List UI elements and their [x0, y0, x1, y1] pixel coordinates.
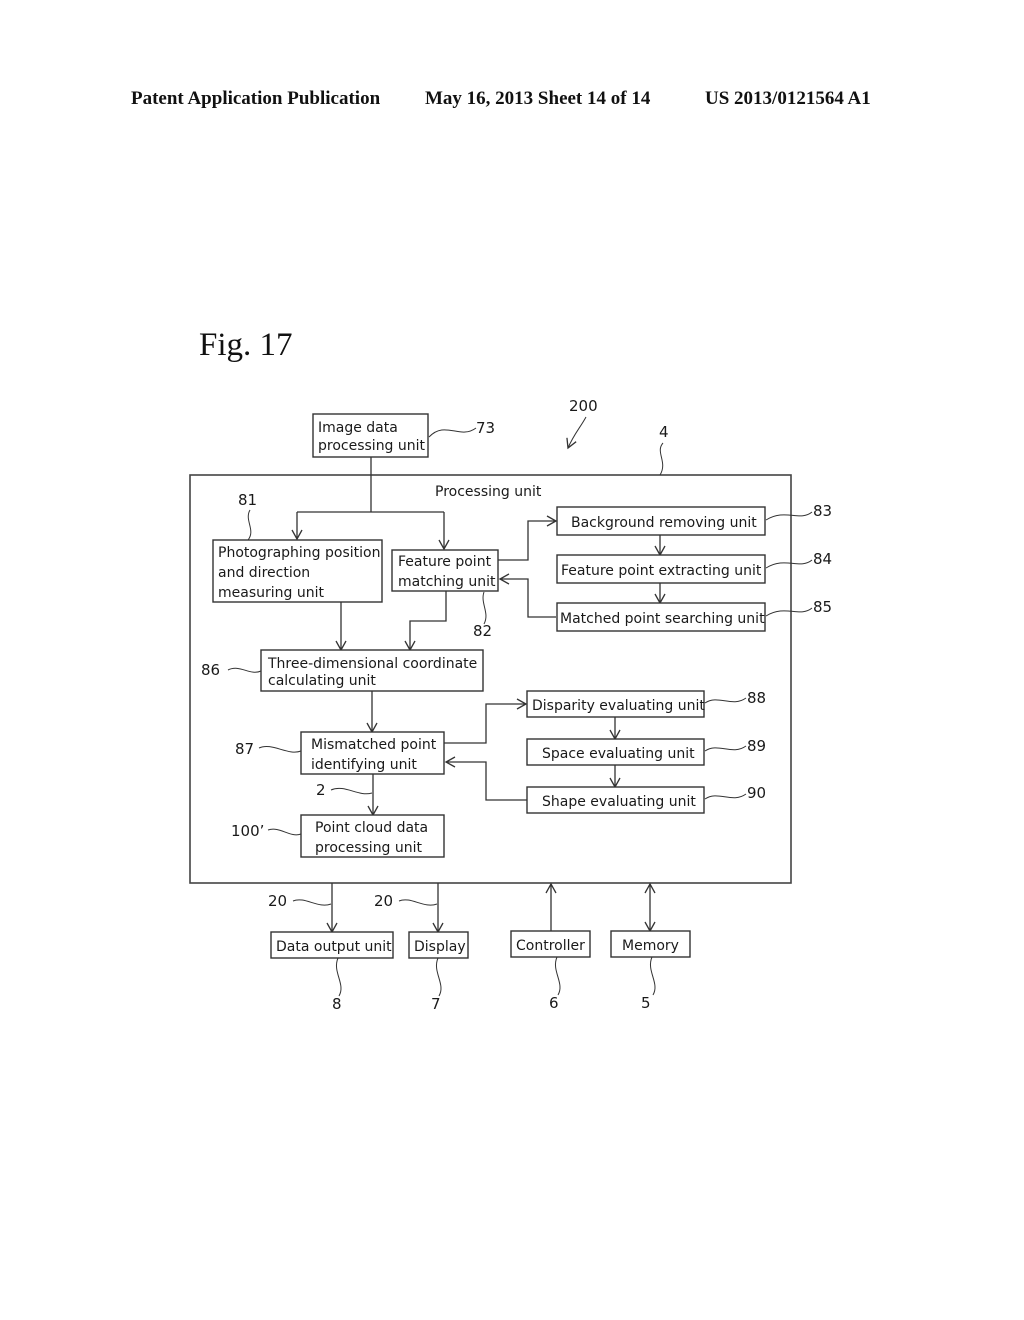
memory-ref: 5: [641, 994, 651, 1012]
bus-ref-data-output: 20: [268, 892, 287, 910]
feature-extracting-ref: 84: [813, 550, 832, 568]
space-evaluating-unit-box: Space evaluating unit: [526, 738, 705, 766]
box-label: Space evaluating unit: [542, 746, 695, 762]
image-data-ref: 73: [476, 419, 495, 437]
shape-evaluating-unit-box: Shape evaluating unit: [526, 786, 705, 814]
box-label: Matched point searching unit: [560, 611, 765, 627]
ref-leader: [247, 509, 252, 541]
display-box: Display: [408, 931, 469, 959]
ref-leader: [428, 427, 477, 438]
photographing-ref: 81: [238, 491, 257, 509]
processing-unit-ref: 4: [659, 423, 669, 441]
arrow: [444, 698, 528, 744]
ref-leader: [330, 788, 373, 795]
ref-leader: [765, 559, 813, 569]
image-data-processing-unit-box: Image data processing unit: [312, 413, 429, 458]
feature-point-matching-unit-box: Feature point matching unit: [391, 549, 499, 592]
background-ref: 83: [813, 502, 832, 520]
ref-leader: [482, 591, 487, 625]
connector-ref-2: 2: [316, 781, 326, 799]
box-label: Point cloud data: [315, 820, 428, 836]
arrow: [444, 756, 527, 801]
ref-leader: [704, 793, 747, 800]
background-removing-unit-box: Background removing unit: [556, 506, 766, 536]
box-label: processing unit: [318, 438, 426, 454]
box-label: Photographing position: [218, 545, 380, 561]
box-label: Mismatched point: [311, 737, 437, 753]
ref-leader: [704, 745, 747, 752]
mismatched-ref: 87: [235, 740, 254, 758]
system-ref: 200: [569, 397, 598, 415]
ref-leader: [765, 511, 813, 521]
box-label: matching unit: [398, 574, 496, 590]
memory-box: Memory: [610, 930, 691, 958]
display-ref: 7: [431, 995, 441, 1013]
box-label: Feature point: [398, 554, 492, 570]
matched-searching-ref: 85: [813, 598, 832, 616]
block-diagram: Processing unit 200 4 Image data process…: [189, 397, 832, 1013]
ref-leader: [398, 899, 438, 906]
box-label: calculating unit: [268, 673, 376, 689]
box-label: measuring unit: [218, 585, 324, 601]
box-label: Disparity evaluating unit: [532, 698, 705, 714]
ref-leader: [436, 957, 442, 997]
controller-ref: 6: [549, 994, 559, 1012]
ref-leader: [555, 956, 561, 996]
arrow: [404, 591, 447, 652]
space-ref: 89: [747, 737, 766, 755]
box-label: Controller: [516, 938, 585, 954]
matched-point-searching-unit-box: Matched point searching unit: [556, 602, 766, 632]
three-dimensional-coordinate-unit-box: Three-dimensional coordinate calculating…: [260, 649, 484, 692]
ref-leader: [292, 899, 332, 906]
box-label: Data output unit: [276, 939, 392, 955]
ref-leader: [267, 828, 302, 836]
box-label: Display: [414, 939, 466, 955]
disparity-evaluating-unit-box: Disparity evaluating unit: [526, 690, 705, 718]
box-label: Background removing unit: [571, 515, 757, 531]
box-label: Image data: [318, 420, 398, 436]
bus-ref-display: 20: [374, 892, 393, 910]
feature-matching-ref: 82: [473, 622, 492, 640]
processing-unit-leader: [659, 442, 664, 476]
shape-ref: 90: [747, 784, 766, 802]
box-label: Memory: [622, 938, 679, 954]
processing-unit-label: Processing unit: [435, 484, 542, 500]
box-label: Shape evaluating unit: [542, 794, 696, 810]
data-output-ref: 8: [332, 995, 342, 1013]
arrow: [498, 515, 558, 561]
ref-leader: [227, 667, 262, 673]
ref-leader: [704, 697, 747, 704]
feature-point-extracting-unit-box: Feature point extracting unit: [556, 554, 766, 584]
point-cloud-data-processing-unit-box: Point cloud data processing unit: [300, 814, 445, 858]
photographing-position-unit-box: Photographing position and direction mea…: [212, 539, 383, 603]
data-output-unit-box: Data output unit: [270, 931, 394, 959]
ref-leader: [765, 607, 813, 617]
box-label: and direction: [218, 565, 310, 581]
point-cloud-ref: 100’: [231, 822, 264, 840]
ref-leader: [650, 956, 656, 996]
disparity-ref: 88: [747, 689, 766, 707]
box-label: processing unit: [315, 840, 423, 856]
box-label: Three-dimensional coordinate: [267, 656, 477, 672]
controller-box: Controller: [510, 930, 591, 958]
box-label: identifying unit: [311, 757, 417, 773]
arrow: [498, 573, 556, 618]
three-d-ref: 86: [201, 661, 220, 679]
ref-leader: [336, 957, 342, 997]
box-label: Feature point extracting unit: [561, 563, 762, 579]
ref-leader: [258, 746, 302, 753]
system-ref-arrow: [566, 416, 587, 450]
mismatched-point-identifying-unit-box: Mismatched point identifying unit: [300, 731, 445, 775]
